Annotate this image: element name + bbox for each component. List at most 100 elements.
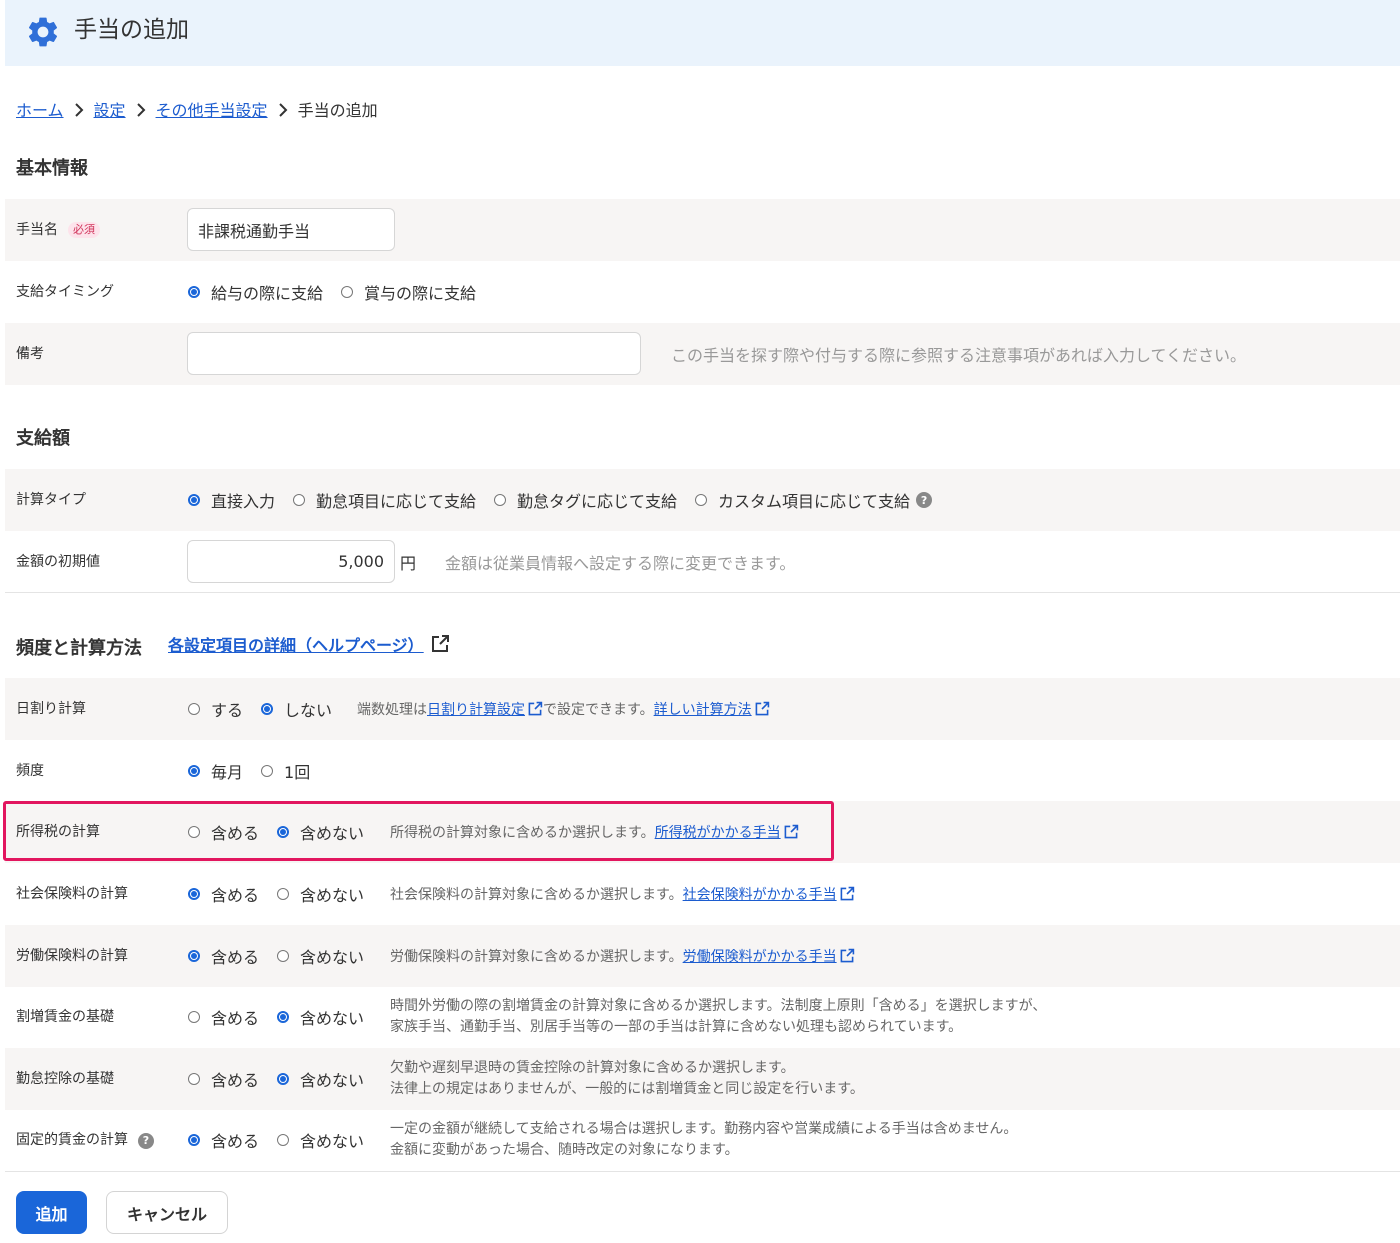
default-amount-input[interactable]: 5,000 <box>187 540 395 583</box>
default-amount-label: 金額の初期値 <box>16 554 100 570</box>
radio-fixed-include[interactable]: 含める <box>188 1128 259 1152</box>
radio-calc-direct[interactable]: 直接入力 <box>188 488 275 512</box>
breadcrumb-current: 手当の追加 <box>297 101 378 120</box>
deduction-base-hint: 欠勤や遅刻早退時の賃金控除の計算対象に含めるか選択します。 法律上の規定はありま… <box>390 1060 864 1097</box>
row-fixed-wage: 固定的賃金の計算? 含める 含めない 一定の金額が継続して支給される場合は選択し… <box>5 1109 1400 1171</box>
social-insurance-hint: 社会保険料の計算対象に含めるか選択します。 社会保険料がかかる手当 <box>390 863 855 925</box>
radio-fixed-exclude[interactable]: 含めない <box>277 1128 364 1152</box>
breadcrumb-home-link[interactable]: ホーム <box>16 97 64 121</box>
external-link-icon <box>840 886 854 901</box>
radio-timing-bonus[interactable]: 賞与の際に支給 <box>341 280 476 304</box>
fixed-wage-hint: 一定の金額が継続して支給される場合は選択します。勤務内容や営業成績による手当は含… <box>390 1121 1018 1158</box>
section-title-frequency: 頻度と計算方法 <box>16 638 142 659</box>
row-default-amount: 金額の初期値 5,000 円 金額は従業員情報へ設定する際に変更できます。 <box>5 531 1400 593</box>
divider <box>5 1171 1400 1172</box>
external-link-icon <box>528 701 543 716</box>
radio-unselected-icon <box>341 286 354 298</box>
default-amount-hint: 金額は従業員情報へ設定する際に変更できます。 <box>445 554 796 573</box>
frequency-radio-group: 毎月 1回 <box>188 740 328 802</box>
row-labor-insurance: 労働保険料の計算 含める 含めない 労働保険料の計算対象に含めるか選択します。労… <box>5 925 1400 987</box>
radio-unselected-icon <box>188 703 200 715</box>
radio-selected-icon <box>188 950 200 962</box>
allowance-name-input[interactable]: 非課税通勤手当 <box>187 208 395 251</box>
divider <box>5 592 1400 593</box>
payment-timing-label: 支給タイミング <box>16 284 114 300</box>
radio-selected-icon <box>261 703 274 715</box>
radio-labor-include[interactable]: 含める <box>188 944 259 968</box>
external-link-icon <box>840 948 854 963</box>
radio-deduction-include[interactable]: 含める <box>188 1067 259 1091</box>
radio-daily-no[interactable]: しない <box>261 697 332 721</box>
radio-calc-custom-item[interactable]: カスタム項目に応じて支給? <box>695 488 933 512</box>
deduction-base-radio-group: 含める 含めない <box>188 1048 382 1110</box>
breadcrumb-other-allowance-link[interactable]: その他手当設定 <box>156 97 268 121</box>
frequency-label: 頻度 <box>16 763 44 779</box>
calc-type-radio-group: 直接入力 勤怠項目に応じて支給 勤怠タグに応じて支給 カスタム項目に応じて支給? <box>188 469 933 531</box>
radio-frequency-monthly[interactable]: 毎月 <box>188 759 243 783</box>
radio-labor-exclude[interactable]: 含めない <box>277 944 364 968</box>
radio-social-include[interactable]: 含める <box>188 882 259 906</box>
row-overtime-base: 割増賃金の基礎 含める 含めない 時間外労働の際の割増賃金の計算対象に含めるか選… <box>5 986 1400 1048</box>
overtime-base-radio-group: 含める 含めない <box>188 986 382 1048</box>
required-badge: 必須 <box>68 222 100 238</box>
fixed-wage-radio-group: 含める 含めない <box>188 1109 382 1171</box>
radio-selected-icon <box>188 888 200 900</box>
breadcrumb: ホーム 設定 その他手当設定 手当の追加 <box>16 98 378 120</box>
social-insurance-label: 社会保険料の計算 <box>16 886 128 902</box>
row-payment-timing: 支給タイミング 給与の際に支給 賞与の際に支給 <box>5 261 1400 323</box>
deduction-base-label: 勤怠控除の基礎 <box>16 1071 114 1087</box>
chevron-right-icon <box>126 100 156 119</box>
radio-selected-icon <box>277 1073 290 1085</box>
section-title-amount: 支給額 <box>16 428 70 449</box>
external-link-icon <box>755 701 769 716</box>
breadcrumb-settings-link[interactable]: 設定 <box>94 97 126 121</box>
calc-type-label: 計算タイプ <box>16 492 86 508</box>
daily-calc-settings-link[interactable]: 日割り計算設定 <box>427 699 525 719</box>
page-header: 手当の追加 <box>5 0 1400 66</box>
radio-social-exclude[interactable]: 含めない <box>277 882 364 906</box>
radio-selected-icon <box>277 1011 290 1023</box>
radio-selected-icon <box>188 1134 200 1146</box>
row-calc-type: 計算タイプ 直接入力 勤怠項目に応じて支給 勤怠タグに応じて支給 カスタム項目に… <box>5 469 1400 531</box>
gear-icon <box>28 17 58 47</box>
radio-unselected-icon <box>277 888 290 900</box>
radio-overtime-exclude[interactable]: 含めない <box>277 1005 364 1029</box>
radio-overtime-include[interactable]: 含める <box>188 1005 259 1029</box>
radio-unselected-icon <box>695 494 708 506</box>
radio-frequency-once[interactable]: 1回 <box>261 759 310 783</box>
radio-selected-icon <box>188 765 200 777</box>
radio-timing-salary[interactable]: 給与の際に支給 <box>188 280 323 304</box>
add-button[interactable]: 追加 <box>16 1191 87 1234</box>
chevron-right-icon <box>64 100 94 119</box>
row-note: 備考 この手当を探す際や付与する際に参照する注意事項があれば入力してください。 <box>5 323 1400 385</box>
radio-calc-attendance-item[interactable]: 勤怠項目に応じて支給 <box>293 488 476 512</box>
radio-daily-yes[interactable]: する <box>188 697 243 721</box>
radio-unselected-icon <box>188 1011 200 1023</box>
daily-calc-hint: 端数処理は 日割り計算設定 で設定できます。 詳しい計算方法 <box>357 678 770 740</box>
highlight-box <box>3 801 834 861</box>
radio-unselected-icon <box>293 494 306 506</box>
cancel-button[interactable]: キャンセル <box>106 1191 228 1234</box>
social-insurance-allowance-link[interactable]: 社会保険料がかかる手当 <box>683 884 837 904</box>
fixed-wage-label: 固定的賃金の計算? <box>16 1109 154 1171</box>
external-link-icon <box>431 635 449 652</box>
radio-unselected-icon <box>277 950 290 962</box>
radio-selected-icon <box>188 494 200 506</box>
help-page-link[interactable]: 各設定項目の詳細（ヘルプページ） <box>168 632 450 656</box>
help-icon[interactable]: ? <box>138 1133 154 1149</box>
row-deduction-base: 勤怠控除の基礎 含める 含めない 欠勤や遅刻早退時の賃金控除の計算対象に含めるか… <box>5 1048 1400 1110</box>
labor-insurance-allowance-link[interactable]: 労働保険料がかかる手当 <box>683 946 837 966</box>
note-input[interactable] <box>187 332 641 375</box>
row-allowance-name: 手当名 必須 非課税通勤手当 <box>5 199 1400 261</box>
daily-calc-radio-group: する しない <box>188 678 350 740</box>
allowance-name-label: 手当名 必須 <box>16 199 100 261</box>
social-insurance-radio-group: 含める 含めない <box>188 863 382 925</box>
row-daily-calc: 日割り計算 する しない 端数処理は 日割り計算設定 で設定できます。 詳しい計算方… <box>5 678 1400 740</box>
overtime-base-label: 割増賃金の基礎 <box>16 1009 114 1025</box>
calc-method-link[interactable]: 詳しい計算方法 <box>654 699 752 719</box>
radio-deduction-exclude[interactable]: 含めない <box>277 1067 364 1091</box>
overtime-base-hint: 時間外労働の際の割増賃金の計算対象に含めるか選択します。法制度上原則「含める」を… <box>390 998 1047 1035</box>
radio-calc-attendance-tag[interactable]: 勤怠タグに応じて支給 <box>494 488 677 512</box>
help-icon[interactable]: ? <box>916 492 933 508</box>
radio-unselected-icon <box>261 765 274 777</box>
